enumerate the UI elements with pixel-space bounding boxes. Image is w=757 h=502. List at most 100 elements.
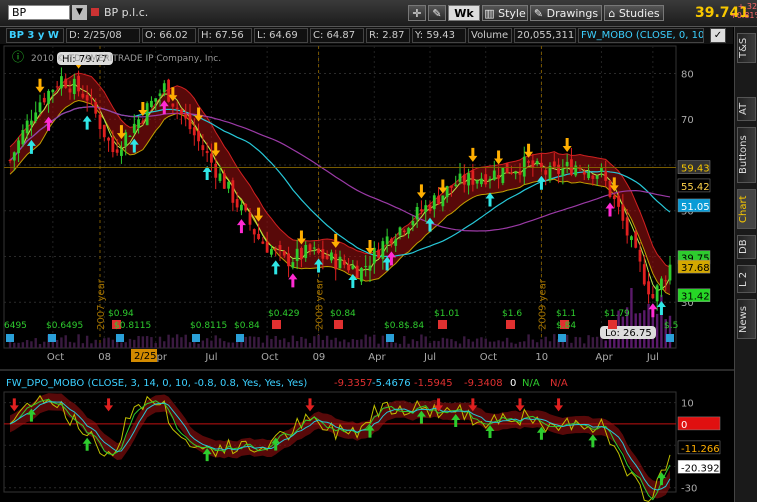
volume-bar	[398, 343, 402, 348]
candle-body	[47, 90, 50, 104]
earnings-icon	[666, 334, 674, 342]
candle-body	[145, 103, 149, 126]
dividend-left-label: $0.8$.84	[384, 321, 424, 331]
tab-news[interactable]: News	[737, 299, 756, 339]
candle-body	[377, 249, 380, 258]
volume-bar	[330, 339, 333, 348]
candle-body	[154, 98, 158, 102]
candle-body	[162, 83, 166, 93]
volume-bar	[343, 339, 346, 348]
dividend-left-label: $0.8115	[190, 321, 227, 331]
candle-body	[325, 255, 329, 259]
candle-body	[338, 256, 342, 269]
earnings-icon	[116, 334, 124, 342]
price-tag-label: 37.68	[681, 263, 710, 274]
price-tag-label: 51.05	[681, 202, 710, 213]
info-icon[interactable]: ⓘ	[12, 50, 24, 64]
candle-body	[235, 199, 239, 208]
candle-body	[244, 204, 248, 211]
volume-bar	[25, 340, 29, 348]
candle-body	[287, 253, 290, 267]
tab-at[interactable]: AT	[737, 97, 756, 121]
osc-sell-arrow	[104, 398, 114, 412]
volume-bar	[484, 338, 487, 348]
candle-body	[514, 171, 518, 174]
dividend-left-label: $0.8115	[114, 321, 151, 331]
volume-bar	[407, 343, 410, 348]
date-flag: 2/25	[134, 351, 156, 362]
candle-body	[321, 249, 325, 259]
tab-db[interactable]: DB	[737, 235, 756, 259]
price-tag-label: 55.42	[681, 182, 710, 193]
candle-body	[501, 167, 505, 184]
volume-bar	[124, 342, 127, 348]
candle-body	[522, 156, 526, 177]
volume-bar	[133, 339, 136, 348]
candle-body	[467, 173, 470, 186]
volume-bar	[433, 340, 436, 348]
candle-body	[265, 241, 269, 253]
candle-body	[582, 172, 586, 175]
volume-bar	[210, 340, 213, 348]
candle-body	[197, 130, 200, 142]
volume-bar	[261, 342, 265, 348]
volume-bar	[107, 337, 110, 348]
osc-sell-arrow	[554, 398, 564, 412]
dividend-icon	[272, 320, 281, 329]
chart-canvas[interactable]: 304050607080Oct08AprJulOct09AprJulOct10A…	[0, 0, 734, 502]
earnings-icon	[6, 334, 14, 342]
candle-body	[175, 107, 179, 109]
candle-body	[360, 268, 363, 282]
buy-arrow	[288, 273, 298, 288]
tab-ts[interactable]: T&S	[737, 33, 756, 63]
volume-bar	[218, 338, 222, 348]
candle-body	[184, 114, 188, 119]
candle-body	[432, 195, 436, 210]
volume-bar	[38, 343, 42, 348]
candle-body	[300, 248, 303, 260]
dividend-left-label: $0.84	[234, 321, 260, 331]
volume-bar	[548, 341, 552, 348]
candle-body	[398, 227, 402, 236]
candle-body	[462, 174, 466, 185]
osc-sell-arrow	[305, 398, 315, 412]
x-tick-label: Jul	[646, 352, 659, 363]
earnings-icon	[558, 334, 566, 342]
volume-bar	[360, 339, 363, 348]
candle-body	[505, 163, 509, 174]
osc-sell-arrow	[515, 398, 525, 412]
candle-body	[308, 244, 312, 251]
candle-body	[60, 76, 63, 89]
candle-body	[510, 172, 513, 174]
candle-body	[428, 205, 432, 212]
candle-body	[55, 86, 59, 88]
volume-bar	[81, 343, 85, 348]
x-tick-label: Apr	[368, 352, 386, 363]
sell-arrow	[494, 150, 504, 165]
candle-body	[544, 170, 548, 175]
candle-body	[85, 95, 89, 101]
candle-body	[385, 236, 389, 245]
volume-bar	[450, 339, 453, 348]
volume-bar	[510, 342, 513, 348]
volume-bar	[518, 341, 522, 348]
volume-bar	[214, 335, 217, 348]
tab-chart[interactable]: Chart	[737, 189, 756, 229]
volume-bar	[55, 339, 59, 348]
x-tick-label: 10	[535, 352, 548, 363]
tab-buttons[interactable]: Buttons	[737, 127, 756, 183]
volume-bar	[373, 334, 376, 348]
volume-bar	[424, 336, 427, 348]
candle-body	[355, 265, 359, 278]
volume-bar	[578, 337, 582, 348]
year-marker: 2007 year	[96, 278, 107, 330]
volume-bar	[467, 339, 470, 348]
volume-bar	[235, 341, 239, 348]
volume-bar	[73, 342, 76, 348]
volume-bar	[501, 341, 505, 348]
tab-l2[interactable]: L 2	[737, 265, 756, 293]
volume-bar	[128, 338, 132, 348]
candle-body	[72, 78, 76, 95]
dividend-label: $1.6	[502, 309, 522, 319]
candle-body	[621, 204, 625, 221]
